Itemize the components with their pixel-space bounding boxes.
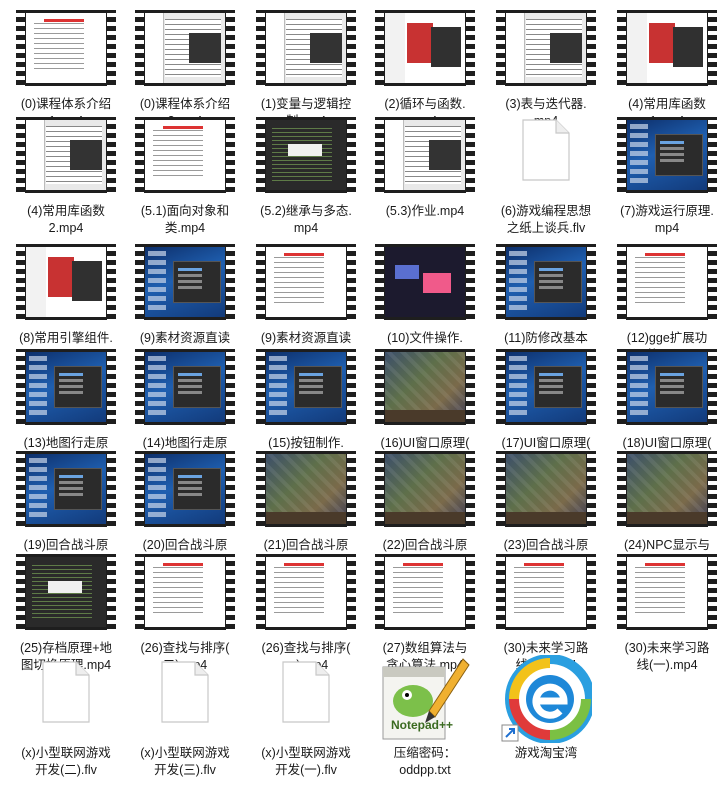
video-thumbnail-icon [10, 111, 122, 203]
video-thumbnail-icon [369, 4, 481, 96]
file-name-label: (5.1)面向对象和 类.mp4 [140, 204, 230, 235]
video-thumbnail-icon [490, 343, 602, 435]
video-thumbnail-icon [10, 4, 122, 96]
video-thumbnail-icon [369, 111, 481, 203]
video-thumbnail-icon [369, 445, 481, 537]
video-thumbnail-icon [490, 238, 602, 330]
notepad-plus-plus-icon: Notepad++ [369, 653, 481, 745]
video-thumbnail-icon [250, 445, 362, 537]
file-name-label: 压缩密码： oddpp.txt [393, 746, 457, 777]
video-thumbnail-icon [490, 4, 602, 96]
video-thumbnail-icon [369, 343, 481, 435]
file-name-label: (x)小型联网游戏 开发(一).flv [261, 746, 351, 777]
video-thumbnail-icon [611, 238, 723, 330]
file-name-label: (5.3)作业.mp4 [385, 204, 465, 218]
video-thumbnail-icon [369, 548, 481, 640]
video-thumbnail-icon [611, 343, 723, 435]
file-name-label: (x)小型联网游戏 开发(二).flv [21, 746, 111, 777]
file-name-label: (5.2)继承与多态. mp4 [260, 204, 352, 235]
video-thumbnail-icon [490, 445, 602, 537]
blank-file-icon [490, 111, 602, 203]
video-thumbnail-icon [129, 238, 241, 330]
video-thumbnail-icon [10, 343, 122, 435]
video-thumbnail-icon [611, 548, 723, 640]
browser-shortcut-icon [490, 653, 602, 745]
blank-file-icon [250, 653, 362, 745]
video-thumbnail-icon [129, 343, 241, 435]
video-thumbnail-icon [250, 4, 362, 96]
video-thumbnail-icon [611, 111, 723, 203]
video-thumbnail-icon [129, 111, 241, 203]
file-name-label: (6)游戏编程思想 之纸上谈兵.flv [500, 204, 592, 235]
video-thumbnail-icon [129, 445, 241, 537]
video-thumbnail-icon [611, 4, 723, 96]
video-thumbnail-icon [250, 111, 362, 203]
video-thumbnail-icon [250, 238, 362, 330]
video-thumbnail-icon [490, 548, 602, 640]
file-name-label: (x)小型联网游戏 开发(三).flv [140, 746, 230, 777]
video-thumbnail-icon [369, 238, 481, 330]
video-thumbnail-icon [611, 445, 723, 537]
file-grid: (0)课程体系介绍 1.mp4(0)课程体系介绍 2.mp4(1)变量与逻辑控 … [0, 0, 727, 797]
video-thumbnail-icon [129, 548, 241, 640]
video-thumbnail-icon [10, 445, 122, 537]
video-thumbnail-icon [250, 343, 362, 435]
blank-file-icon [10, 653, 122, 745]
file-name-label: 游戏淘宝湾 [514, 746, 578, 760]
svg-text:Notepad++: Notepad++ [391, 718, 453, 732]
file-name-label: (7)游戏运行原理. mp4 [620, 204, 714, 235]
video-thumbnail-icon [129, 4, 241, 96]
blank-file-icon [129, 653, 241, 745]
file-name-label: (30)未来学习路 线(一).mp4 [624, 641, 710, 672]
video-thumbnail-icon [10, 548, 122, 640]
video-thumbnail-icon [10, 238, 122, 330]
file-name-label: (4)常用库函数 2.mp4 [27, 204, 105, 235]
video-thumbnail-icon [250, 548, 362, 640]
